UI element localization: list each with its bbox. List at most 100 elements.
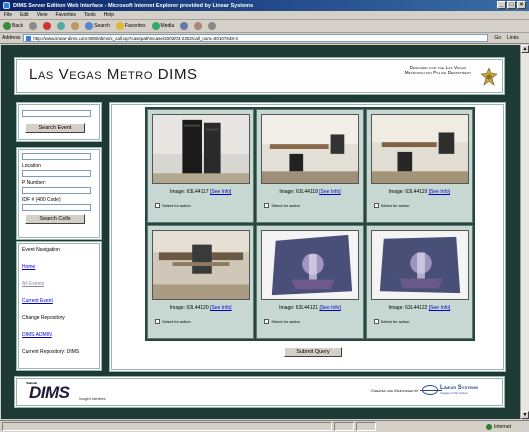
address-input[interactable]: http://www.linear-dims.com:8080/dims/x_c… bbox=[23, 34, 489, 42]
stop-icon bbox=[43, 22, 52, 30]
home-button[interactable] bbox=[71, 22, 80, 30]
scroll-down-arrow-icon[interactable]: ▼ bbox=[521, 411, 529, 419]
back-button[interactable]: Back bbox=[3, 22, 23, 30]
media-icon bbox=[151, 22, 160, 30]
refresh-icon bbox=[57, 22, 66, 30]
dims-admin-link[interactable]: DIMS ADMIN bbox=[22, 332, 96, 338]
minimize-button[interactable]: _ bbox=[497, 1, 506, 9]
menu-edit[interactable]: Edit bbox=[20, 12, 29, 18]
mail-icon bbox=[194, 22, 203, 30]
see-info-link[interactable]: [See Info] bbox=[319, 305, 340, 311]
maximize-button[interactable]: □ bbox=[507, 1, 516, 9]
site-footer: Trademark DIMS Imaged Identities Created… bbox=[14, 376, 505, 408]
trademark-text: Trademark bbox=[26, 381, 37, 385]
menu-tools[interactable]: Tools bbox=[84, 12, 96, 18]
idf-label: IDF # (400 Code) bbox=[22, 197, 61, 203]
select-checkbox[interactable] bbox=[264, 203, 270, 208]
security-zone: Internet bbox=[486, 423, 511, 430]
go-button[interactable]: Go bbox=[494, 35, 501, 41]
menu-bar: File Edit View Favorites Tools Help bbox=[0, 11, 529, 20]
idf-input[interactable] bbox=[22, 204, 91, 211]
select-for-action[interactable]: Select for action bbox=[264, 319, 300, 324]
home-link[interactable]: Home bbox=[22, 264, 96, 270]
image-cell: Image: 63L44122 [See Info] Select for ac… bbox=[365, 225, 473, 339]
location-input[interactable] bbox=[22, 170, 91, 177]
select-for-action[interactable]: Select for action bbox=[264, 203, 300, 208]
select-checkbox[interactable] bbox=[373, 203, 379, 208]
evidence-photo[interactable] bbox=[261, 114, 360, 184]
select-for-action[interactable]: Select for action bbox=[373, 319, 409, 324]
image-caption: Image: 63L44118 [See Info] bbox=[279, 189, 341, 195]
vertical-scrollbar[interactable]: ▲ ▼ bbox=[520, 45, 529, 419]
select-checkbox[interactable] bbox=[264, 319, 270, 324]
footer-subtitle: Imaged Identities bbox=[79, 397, 106, 401]
see-info-link[interactable]: [See Info] bbox=[210, 305, 231, 311]
home-icon bbox=[71, 22, 80, 30]
image-caption: Image: 63L44120 [See Info] bbox=[169, 305, 232, 311]
page-icon bbox=[26, 35, 32, 41]
see-info-link[interactable]: [See Info] bbox=[319, 189, 340, 195]
see-info-link[interactable]: [See Info] bbox=[429, 189, 450, 195]
search-cells-button[interactable]: Search Cells bbox=[25, 214, 85, 224]
menu-help[interactable]: Help bbox=[104, 12, 114, 18]
select-checkbox[interactable] bbox=[373, 319, 379, 324]
menu-favorites[interactable]: Favorites bbox=[55, 12, 76, 18]
search-button[interactable]: Search bbox=[85, 22, 110, 30]
select-for-action[interactable]: Select for action bbox=[373, 203, 409, 208]
scroll-up-arrow-icon[interactable]: ▲ bbox=[521, 45, 529, 53]
evidence-photo[interactable] bbox=[152, 114, 250, 184]
image-cell: Image: 63L44119 [See Info] Select for ac… bbox=[365, 109, 473, 223]
history-icon bbox=[180, 22, 189, 30]
photo-art bbox=[371, 231, 468, 299]
address-value: http://www.linear-dims.com:8080/dims/x_c… bbox=[33, 35, 238, 41]
image-caption: Image: 63L44119 [See Info] bbox=[388, 189, 450, 195]
evidence-photo[interactable] bbox=[370, 114, 469, 184]
image-cell: Image: 63L44118 [See Info] Select for ac… bbox=[256, 109, 364, 223]
mail-button[interactable] bbox=[194, 22, 203, 30]
all-events-link[interactable]: All Events bbox=[22, 281, 96, 287]
select-for-action[interactable]: Select for action bbox=[155, 203, 191, 208]
event-number-input[interactable] bbox=[22, 110, 91, 117]
favorites-button[interactable]: Favorites bbox=[115, 22, 146, 30]
photo-cabinets bbox=[153, 115, 249, 183]
address-label: Address bbox=[2, 35, 21, 41]
select-checkbox[interactable] bbox=[155, 203, 160, 208]
current-event-link[interactable]: Current Event bbox=[22, 298, 96, 304]
search-event-panel: Search Event bbox=[16, 102, 102, 142]
evidence-photo[interactable] bbox=[370, 230, 469, 300]
close-button[interactable]: × bbox=[517, 1, 526, 9]
select-checkbox[interactable] bbox=[155, 319, 160, 324]
print-button[interactable] bbox=[208, 22, 217, 30]
links-button[interactable]: Links bbox=[507, 35, 519, 41]
refresh-button[interactable] bbox=[57, 22, 66, 30]
company-tagline: Images of the Future bbox=[440, 391, 468, 395]
menu-view[interactable]: View bbox=[37, 12, 48, 18]
evidence-photo[interactable] bbox=[152, 230, 250, 300]
menu-file[interactable]: File bbox=[4, 12, 12, 18]
media-button[interactable]: Media bbox=[151, 22, 174, 30]
image-caption: Image: 63L44121 [See Info] bbox=[279, 305, 341, 311]
header-credit: Designed for the Las Vegas Metropolitan … bbox=[404, 65, 472, 76]
evidence-photo[interactable] bbox=[261, 230, 360, 300]
history-button[interactable] bbox=[180, 22, 189, 30]
search-icon bbox=[85, 22, 94, 30]
stop-button[interactable] bbox=[43, 22, 52, 30]
submit-query-button[interactable]: Submit Query bbox=[284, 347, 342, 357]
event-navigation-heading: Event Navigation bbox=[22, 247, 60, 253]
search-cells-panel: Location P Number: IDF # (400 Code) Sear… bbox=[16, 147, 102, 240]
photo-office bbox=[371, 115, 468, 183]
see-info-link[interactable]: [See Info] bbox=[429, 305, 450, 311]
window-title-bar: DIMS Server Edition Web Interface - Micr… bbox=[0, 0, 529, 11]
forward-button[interactable] bbox=[29, 22, 38, 30]
linear-systems-logo[interactable]: Linear Systems Images of the Future bbox=[420, 385, 478, 395]
image-results-panel: Image: 63L44117 [See Info] Select for ac… bbox=[109, 102, 506, 372]
see-info-link[interactable]: [See Info] bbox=[210, 189, 231, 195]
p-number-input[interactable] bbox=[22, 187, 91, 194]
search-event-button[interactable]: Search Event bbox=[25, 123, 85, 133]
photo-office bbox=[262, 115, 359, 183]
cell-top-input[interactable] bbox=[22, 153, 91, 160]
linear-logo-icon bbox=[420, 385, 442, 395]
dims-logo: Trademark DIMS bbox=[26, 381, 70, 402]
status-bar: Internet bbox=[0, 420, 529, 432]
select-for-action[interactable]: Select for action bbox=[155, 319, 191, 324]
